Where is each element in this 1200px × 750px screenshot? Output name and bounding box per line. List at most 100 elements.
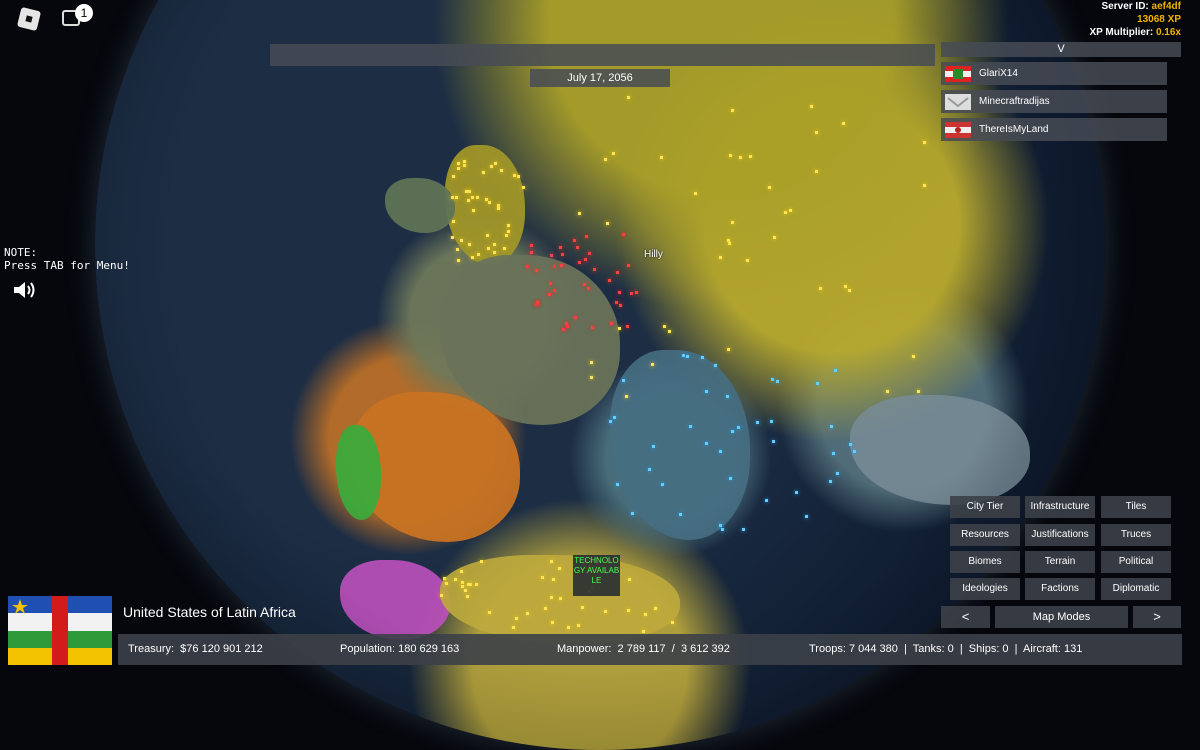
player-name: ThereIsMyLand — [979, 124, 1049, 135]
city-light — [617, 291, 621, 295]
city-light — [551, 577, 555, 581]
map-mode-justifications-button[interactable]: Justifications — [1025, 524, 1095, 546]
map-mode-ideologies-button[interactable]: Ideologies — [950, 578, 1020, 600]
city-light — [626, 324, 630, 328]
city-light — [464, 588, 468, 592]
map-mode-terrain-button[interactable]: Terrain — [1025, 551, 1095, 573]
city-light — [482, 170, 486, 174]
city-light — [729, 154, 733, 158]
player-row[interactable]: ThereIsMyLand — [941, 118, 1167, 141]
city-light — [453, 577, 457, 581]
player-list-toggle[interactable]: V — [941, 42, 1181, 57]
city-light — [611, 151, 615, 155]
player-row[interactable]: Minecraftradijas — [941, 90, 1167, 113]
city-light — [834, 368, 838, 372]
roblox-menu-icon[interactable] — [16, 6, 42, 32]
city-light — [550, 596, 554, 600]
city-light — [610, 322, 614, 326]
city-light — [468, 189, 472, 193]
game-date: July 17, 2056 — [530, 69, 670, 87]
city-light — [668, 330, 672, 333]
city-light — [719, 524, 723, 528]
map-mode-biomes-button[interactable]: Biomes — [950, 551, 1020, 573]
city-light — [685, 354, 689, 358]
city-light — [440, 594, 444, 598]
city-light — [681, 353, 685, 357]
city-light — [738, 155, 742, 159]
player-name: GlariX14 — [979, 68, 1018, 79]
city-light — [475, 195, 479, 199]
flag-icon — [945, 65, 971, 82]
city-light — [488, 610, 492, 614]
city-light — [714, 363, 718, 367]
city-light — [589, 361, 593, 365]
player-row[interactable]: GlariX14 — [941, 62, 1167, 85]
map-mode-truces-button[interactable]: Truces — [1101, 524, 1171, 546]
city-light — [746, 259, 750, 263]
population-label: Population: — [340, 643, 396, 655]
city-light — [577, 260, 581, 264]
map-mode-city-tier-button[interactable]: City Tier — [950, 496, 1020, 518]
city-light — [486, 247, 490, 251]
city-light — [815, 169, 819, 173]
map-mode-infrastructure-button[interactable]: Infrastructure — [1025, 496, 1095, 518]
note-title: NOTE: — [4, 246, 38, 259]
city-light — [614, 300, 618, 304]
city-light — [767, 185, 771, 189]
city-light — [755, 421, 759, 425]
city-light — [626, 264, 630, 268]
player-list: V GlariX14 Minecraftradijas ThereIsMyLan… — [941, 42, 1181, 146]
city-light — [530, 251, 534, 255]
city-light — [886, 389, 890, 393]
city-light — [835, 472, 839, 476]
city-light — [726, 238, 730, 242]
city-light — [502, 246, 506, 250]
city-light — [923, 140, 927, 144]
city-light — [603, 158, 607, 162]
city-light — [731, 220, 735, 224]
city-light — [443, 577, 447, 581]
city-light — [704, 441, 708, 445]
city-light — [514, 617, 518, 621]
city-light — [475, 583, 479, 587]
city-light — [830, 424, 834, 428]
map-mode-diplomatic-button[interactable]: Diplomatic — [1101, 578, 1171, 600]
city-light — [749, 155, 753, 159]
city-light — [451, 175, 455, 179]
city-light — [593, 268, 597, 272]
city-light — [553, 265, 557, 269]
city-light — [467, 582, 471, 586]
city-light — [540, 575, 544, 579]
map-mode-next-button[interactable]: > — [1133, 606, 1181, 628]
city-light — [561, 327, 565, 331]
city-light — [485, 197, 489, 201]
map-mode-prev-button[interactable]: < — [941, 606, 990, 628]
city-light — [477, 253, 481, 257]
city-light — [815, 382, 819, 386]
flag-icon — [945, 121, 971, 138]
map-mode-tiles-button[interactable]: Tiles — [1101, 496, 1171, 518]
city-light — [783, 211, 787, 215]
city-light — [622, 232, 626, 236]
city-light — [630, 291, 634, 295]
military-stats: Troops: 7 044 380 | Tanks: 0 | Ships: 0 … — [809, 643, 1083, 655]
technology-available-notice[interactable]: TECHNOLOGY AVAILABLE — [573, 555, 620, 596]
map-mode-resources-button[interactable]: Resources — [950, 524, 1020, 546]
city-light — [627, 608, 631, 612]
menu-note: NOTE: Press TAB for Menu! — [4, 246, 130, 272]
country-flag[interactable] — [8, 596, 112, 665]
treasury-stat: Treasury: $76 120 901 212 — [128, 634, 263, 665]
treasury-label: Treasury: — [128, 643, 175, 655]
map-mode-political-button[interactable]: Political — [1101, 551, 1171, 573]
city-light — [730, 429, 734, 433]
speaker-icon[interactable] — [12, 280, 36, 300]
city-light — [765, 499, 769, 503]
city-light — [916, 390, 920, 394]
city-light — [769, 420, 773, 424]
map-modes-label[interactable]: Map Modes — [995, 606, 1128, 628]
city-light — [701, 355, 705, 359]
city-light — [463, 163, 467, 167]
city-light — [499, 168, 503, 172]
city-light — [679, 513, 683, 517]
map-mode-factions-button[interactable]: Factions — [1025, 578, 1095, 600]
